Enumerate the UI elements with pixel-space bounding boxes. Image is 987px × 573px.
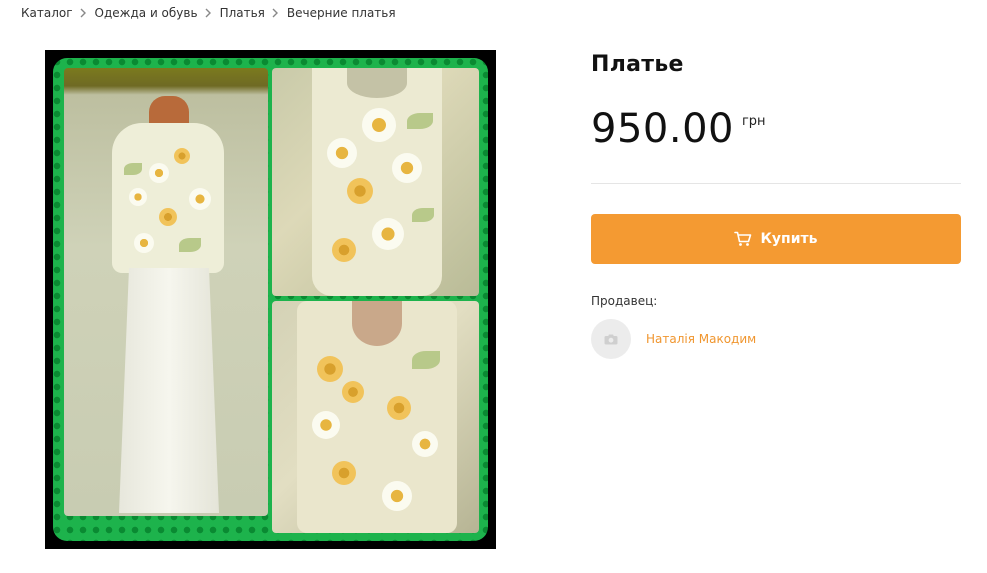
price-value: 950.00 bbox=[591, 106, 734, 152]
breadcrumb-catalog[interactable]: Каталог bbox=[21, 6, 73, 20]
product-photo-bodice-front bbox=[272, 68, 479, 296]
buy-button-label: Купить bbox=[760, 231, 818, 247]
divider bbox=[591, 183, 961, 184]
price-currency: грн bbox=[741, 114, 766, 129]
buy-button[interactable]: Купить bbox=[591, 214, 961, 264]
cart-icon bbox=[734, 231, 752, 247]
seller-label: Продавец: bbox=[591, 294, 658, 308]
camera-icon bbox=[604, 334, 618, 345]
product-title: Платье bbox=[591, 52, 684, 77]
seller-name-link[interactable]: Наталія Макодим bbox=[646, 332, 756, 346]
product-price: 950.00 грн bbox=[591, 104, 766, 154]
seller-info: Наталія Макодим bbox=[591, 319, 756, 359]
product-photo-full-dress bbox=[64, 68, 268, 516]
breadcrumb-dresses[interactable]: Платья bbox=[220, 6, 265, 20]
product-image[interactable] bbox=[45, 50, 496, 549]
chevron-right-icon bbox=[73, 8, 95, 18]
product-photo-bodice-detail bbox=[272, 301, 479, 533]
breadcrumb-evening-dresses[interactable]: Вечерние платья bbox=[287, 6, 396, 20]
breadcrumb: Каталог Одежда и обувь Платья Вечерние п… bbox=[21, 5, 396, 21]
chevron-right-icon bbox=[198, 8, 220, 18]
chevron-right-icon bbox=[265, 8, 287, 18]
seller-avatar[interactable] bbox=[591, 319, 631, 359]
breadcrumb-clothing[interactable]: Одежда и обувь bbox=[95, 6, 198, 20]
